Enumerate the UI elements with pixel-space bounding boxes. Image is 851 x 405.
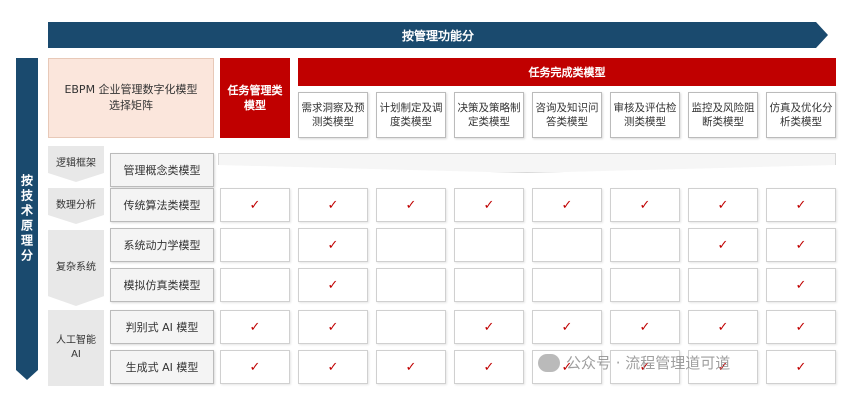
- row-label: 判别式 AI 模型: [110, 310, 214, 344]
- empty-cell: [376, 228, 446, 262]
- check-cell: ✓: [298, 228, 368, 262]
- empty-cell: [532, 228, 602, 262]
- category-artificial-intelligence: 人工智能AI: [48, 310, 104, 386]
- empty-cell: [610, 268, 680, 302]
- category-label: 逻辑框架: [56, 158, 96, 169]
- empty-cell: [532, 268, 602, 302]
- check-mark-icon: ✓: [639, 197, 651, 213]
- check-cell: ✓: [766, 268, 836, 302]
- empty-cell: [454, 268, 524, 302]
- empty-cell: [610, 228, 680, 262]
- check-mark-icon: ✓: [327, 359, 339, 375]
- check-cell: ✓: [376, 188, 446, 222]
- check-cell: ✓: [298, 188, 368, 222]
- category-label: 数理分析: [56, 200, 96, 211]
- check-mark-icon: ✓: [249, 197, 261, 213]
- check-cell: ✓: [454, 310, 524, 344]
- column-header: 咨询及知识问答类模型: [532, 92, 602, 138]
- row-label: 系统动力学模型: [110, 228, 214, 262]
- check-cell: ✓: [376, 350, 446, 384]
- row-label: 管理概念类模型: [110, 153, 214, 187]
- check-mark-icon: ✓: [327, 277, 339, 293]
- check-mark-icon: ✓: [795, 197, 807, 213]
- check-cell: ✓: [766, 188, 836, 222]
- check-mark-icon: ✓: [795, 277, 807, 293]
- check-mark-icon: ✓: [717, 319, 729, 335]
- empty-cell: [376, 310, 446, 344]
- check-mark-icon: ✓: [561, 197, 573, 213]
- category-label: 复杂系统: [56, 262, 96, 273]
- check-mark-icon: ✓: [327, 319, 339, 335]
- check-cell: ✓: [532, 188, 602, 222]
- check-mark-icon: ✓: [483, 319, 495, 335]
- check-mark-icon: ✓: [249, 359, 261, 375]
- column-header: 审核及评估检测类模型: [610, 92, 680, 138]
- column-header: 计划制定及调度类模型: [376, 92, 446, 138]
- check-cell: ✓: [298, 350, 368, 384]
- watermark: 公众号 · 流程管理道可道: [538, 352, 730, 373]
- technical-principle-axis: 按技术原理分: [16, 58, 38, 380]
- empty-cell: [688, 268, 758, 302]
- concept-span-indicator: [218, 153, 836, 173]
- check-mark-icon: ✓: [483, 359, 495, 375]
- check-mark-icon: ✓: [405, 197, 417, 213]
- column-header: 需求洞察及预测类模型: [298, 92, 368, 138]
- empty-cell: [220, 228, 290, 262]
- column-header: 仿真及优化分析类模型: [766, 92, 836, 138]
- check-cell: ✓: [766, 228, 836, 262]
- check-cell: ✓: [298, 310, 368, 344]
- matrix-title: EBPM 企业管理数字化模型选择矩阵: [48, 58, 214, 138]
- check-cell: ✓: [220, 310, 290, 344]
- empty-cell: [454, 228, 524, 262]
- check-mark-icon: ✓: [327, 237, 339, 253]
- check-mark-icon: ✓: [639, 319, 651, 335]
- empty-cell: [376, 268, 446, 302]
- check-mark-icon: ✓: [717, 197, 729, 213]
- category-math-analysis: 数理分析: [48, 188, 104, 224]
- management-function-axis: 按管理功能分: [48, 22, 828, 48]
- check-cell: ✓: [532, 310, 602, 344]
- task-completion-header: 任务完成类模型: [298, 58, 836, 86]
- check-mark-icon: ✓: [327, 197, 339, 213]
- side-axis-label: 按技术原理分: [19, 174, 34, 264]
- row-label: 传统算法类模型: [110, 188, 214, 222]
- check-cell: ✓: [688, 228, 758, 262]
- check-cell: ✓: [688, 188, 758, 222]
- task-management-header: 任务管理类模型: [220, 58, 290, 138]
- check-cell: ✓: [220, 188, 290, 222]
- category-label: 人工智能AI: [56, 335, 96, 360]
- check-mark-icon: ✓: [717, 237, 729, 253]
- check-mark-icon: ✓: [795, 359, 807, 375]
- matrix-title-text: EBPM 企业管理数字化模型选择矩阵: [64, 83, 198, 112]
- check-mark-icon: ✓: [483, 197, 495, 213]
- check-mark-icon: ✓: [795, 237, 807, 253]
- task-management-header-text: 任务管理类模型: [227, 84, 283, 112]
- check-cell: ✓: [766, 310, 836, 344]
- column-header: 决策及策略制定类模型: [454, 92, 524, 138]
- check-mark-icon: ✓: [561, 319, 573, 335]
- category-complex-systems: 复杂系统: [48, 230, 104, 306]
- top-axis-label: 按管理功能分: [401, 28, 474, 43]
- wechat-icon: [538, 353, 560, 372]
- check-cell: ✓: [688, 310, 758, 344]
- check-mark-icon: ✓: [405, 359, 417, 375]
- check-cell: ✓: [766, 350, 836, 384]
- empty-cell: [220, 268, 290, 302]
- category-logic-framework: 逻辑框架: [48, 146, 104, 182]
- column-header: 监控及风险阻断类模型: [688, 92, 758, 138]
- check-cell: ✓: [610, 188, 680, 222]
- check-mark-icon: ✓: [795, 319, 807, 335]
- check-cell: ✓: [298, 268, 368, 302]
- row-label: 生成式 AI 模型: [110, 350, 214, 384]
- check-cell: ✓: [610, 310, 680, 344]
- check-cell: ✓: [220, 350, 290, 384]
- task-completion-header-text: 任务完成类模型: [528, 65, 606, 79]
- check-mark-icon: ✓: [249, 319, 261, 335]
- check-cell: ✓: [454, 350, 524, 384]
- check-cell: ✓: [454, 188, 524, 222]
- watermark-text: 公众号 · 流程管理道可道: [566, 354, 731, 372]
- row-label: 模拟仿真类模型: [110, 268, 214, 302]
